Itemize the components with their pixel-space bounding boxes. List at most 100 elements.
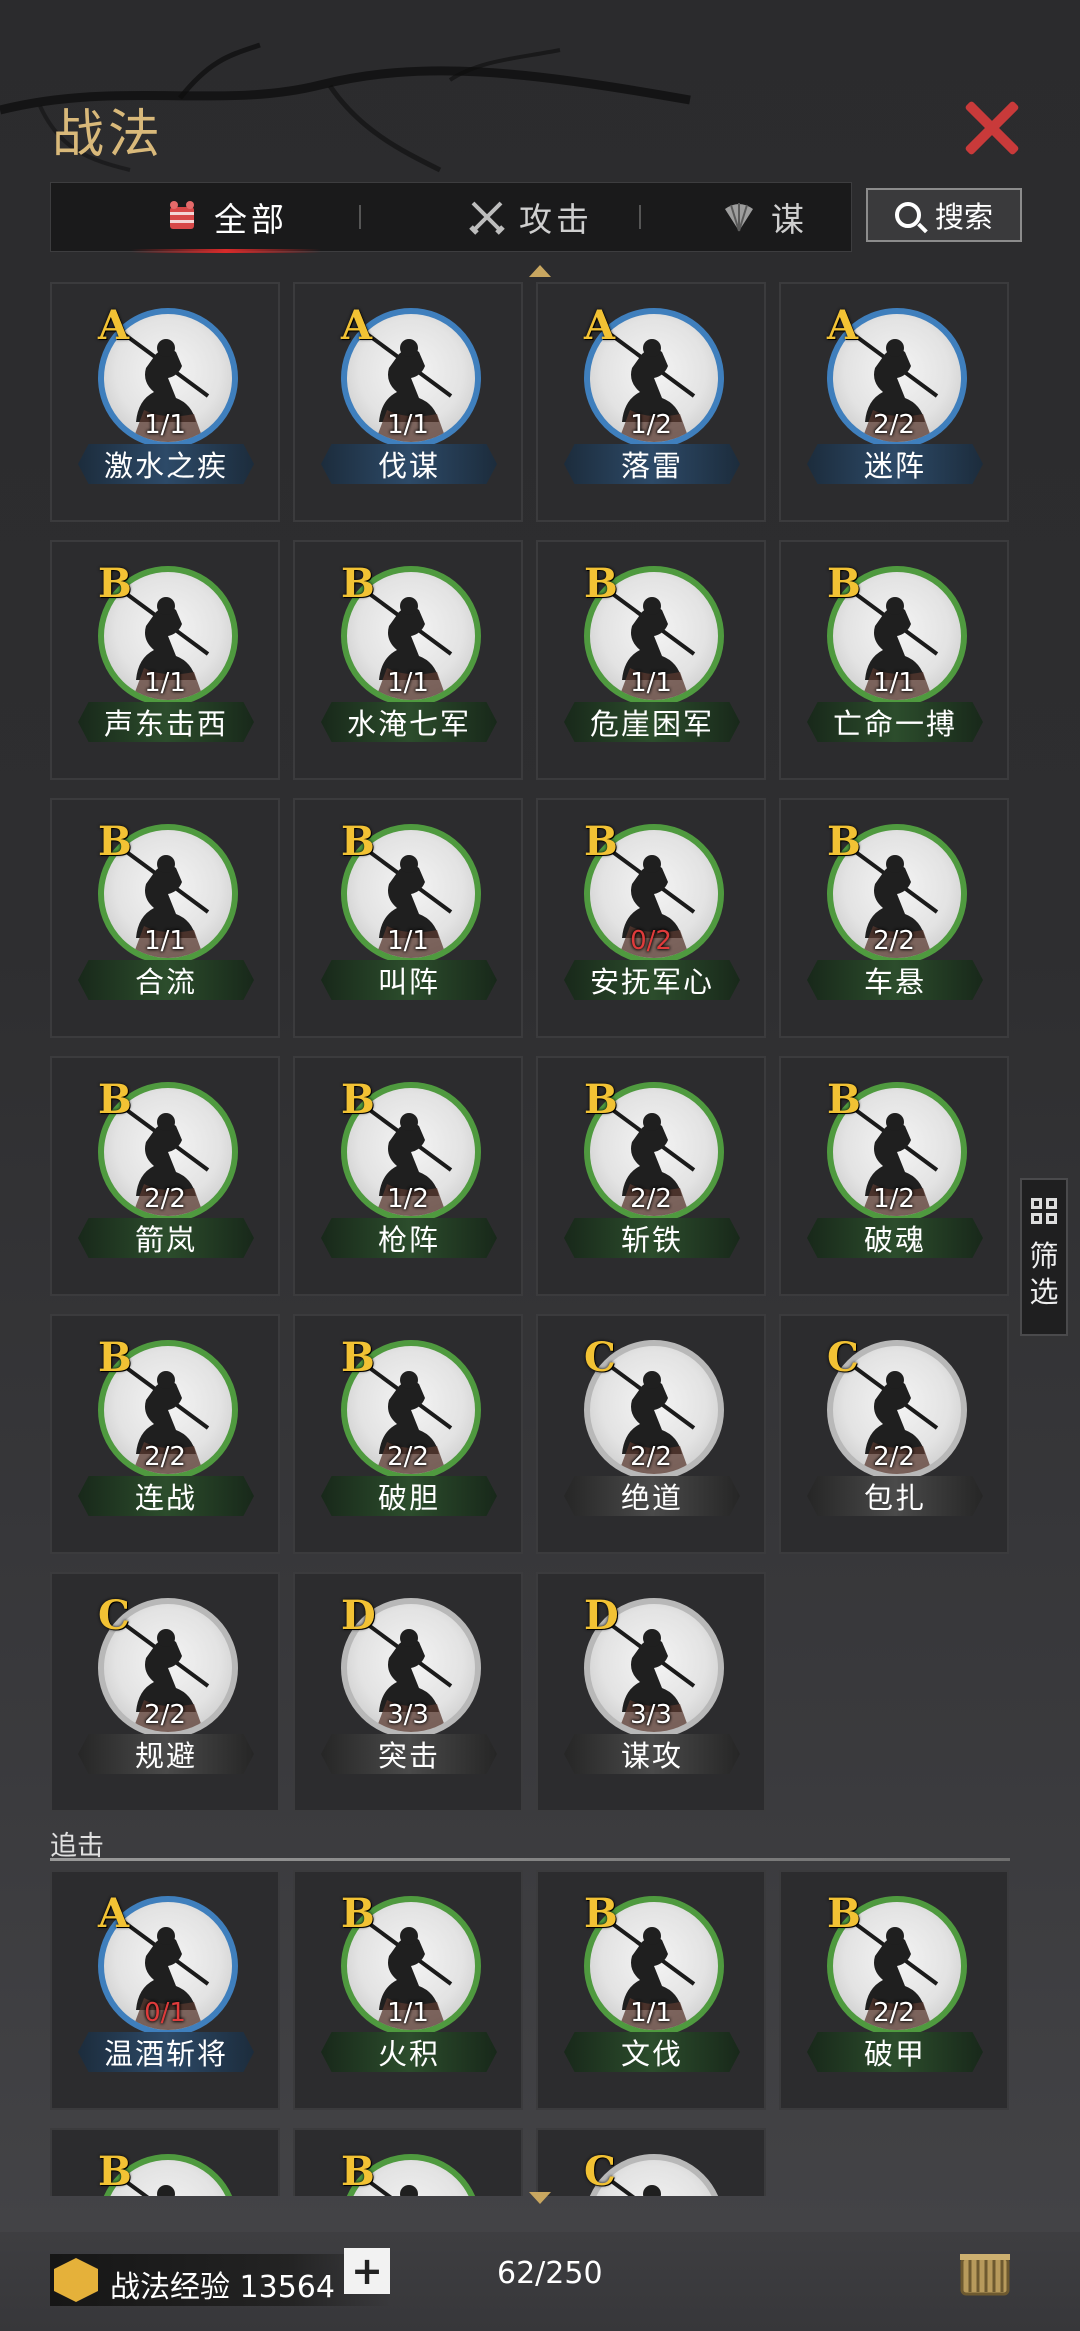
skill-name: 文伐 <box>564 2032 740 2072</box>
skill-card[interactable]: B 1/1 水淹七军 <box>293 540 523 780</box>
skill-count: 2/2 <box>144 1442 186 1472</box>
skill-name: 绝道 <box>564 1476 740 1516</box>
skill-name: 箭岚 <box>78 1218 254 1258</box>
skill-xp-label: 战法经验 <box>110 2270 230 2305</box>
skill-name: 水淹七军 <box>321 702 497 742</box>
skill-card[interactable]: B 2/2 破胆 <box>293 1314 523 1554</box>
search-label: 搜索 <box>934 200 993 234</box>
skill-card[interactable]: D 3/3 突击 <box>293 1572 523 1812</box>
skill-xp-value: 13564 <box>239 2270 335 2305</box>
skill-grade: B <box>827 1076 861 1123</box>
skill-card[interactable]: B 1/1 声东击西 <box>50 540 280 780</box>
skill-name: 枪阵 <box>321 1218 497 1258</box>
skill-count: 1/1 <box>387 1998 429 2028</box>
filter-button[interactable]: 筛选 <box>1020 1178 1068 1336</box>
fan-icon <box>725 203 753 232</box>
tab-all[interactable]: 全部 <box>121 183 331 253</box>
skill-name: 叫阵 <box>321 960 497 1000</box>
scroll-storage-icon[interactable] <box>958 2250 1012 2300</box>
tab-strategy-label: 谋 <box>771 200 808 239</box>
skill-card[interactable]: C <box>536 2128 766 2196</box>
skill-card[interactable]: A 1/1 激水之疾 <box>50 282 280 522</box>
skill-count: 1/1 <box>387 668 429 698</box>
skill-grade: A <box>827 302 859 349</box>
skill-grade: D <box>584 1592 619 1639</box>
skill-card[interactable]: B 2/2 车悬 <box>779 798 1009 1038</box>
skill-grade: B <box>98 1076 132 1123</box>
skill-card[interactable]: B <box>50 2128 280 2196</box>
skill-card[interactable]: C 2/2 绝道 <box>536 1314 766 1554</box>
search-icon <box>894 202 921 228</box>
skill-name: 包扎 <box>807 1476 983 1516</box>
skill-card[interactable]: B 0/2 安抚军心 <box>536 798 766 1038</box>
skill-xp-icon <box>54 2258 98 2302</box>
skill-card[interactable]: B 1/1 火积 <box>293 1870 523 2110</box>
skill-card[interactable]: A 0/1 温酒斩将 <box>50 1870 280 2110</box>
skill-name: 落雷 <box>564 444 740 484</box>
skill-name: 声东击西 <box>78 702 254 742</box>
skill-card[interactable]: B <box>293 2128 523 2196</box>
skill-card[interactable]: A 1/1 伐谋 <box>293 282 523 522</box>
skill-name: 迷阵 <box>807 444 983 484</box>
skill-count: 2/2 <box>873 926 915 956</box>
skill-card[interactable]: A 1/2 落雷 <box>536 282 766 522</box>
skill-card[interactable]: B 1/1 亡命一搏 <box>779 540 1009 780</box>
skill-name: 连战 <box>78 1476 254 1516</box>
close-icon[interactable] <box>962 98 1022 158</box>
skill-count: 1/1 <box>387 926 429 956</box>
skill-capacity: 62/250 <box>497 2256 603 2291</box>
tab-attack-label: 攻击 <box>519 200 593 239</box>
skill-name: 伐谋 <box>321 444 497 484</box>
skill-card[interactable]: B 2/2 连战 <box>50 1314 280 1554</box>
skill-card[interactable]: B 2/2 箭岚 <box>50 1056 280 1296</box>
skill-count: 2/2 <box>873 410 915 440</box>
skill-name: 谋攻 <box>564 1734 740 1774</box>
search-button[interactable]: 搜索 <box>866 188 1022 242</box>
skill-grade: B <box>98 1334 132 1381</box>
skill-card[interactable]: B 2/2 斩铁 <box>536 1056 766 1296</box>
skill-list[interactable]: A 1/1 激水之疾 A 1/1 伐谋 A 1/2 落雷 A 2/2 迷阵 B 1/1 声东击西 B 1/1 水淹… <box>0 278 1080 2196</box>
skill-card[interactable]: B 1/1 危崖困军 <box>536 540 766 780</box>
skill-name: 危崖困军 <box>564 702 740 742</box>
tab-strategy[interactable]: 谋 <box>721 183 871 251</box>
skill-grade: B <box>341 2148 375 2195</box>
skill-card[interactable]: B 2/2 破甲 <box>779 1870 1009 2110</box>
skill-card[interactable]: C 2/2 规避 <box>50 1572 280 1812</box>
skill-count: 2/2 <box>387 1442 429 1472</box>
filter-label: 筛选 <box>1029 1239 1059 1309</box>
skill-count: 1/1 <box>144 926 186 956</box>
skill-count: 3/3 <box>387 1700 429 1730</box>
tab-attack[interactable]: 攻击 <box>431 183 631 251</box>
add-xp-button[interactable]: + <box>344 2248 390 2294</box>
skill-grade: B <box>341 818 375 865</box>
skill-card[interactable]: B 1/1 叫阵 <box>293 798 523 1038</box>
skill-card[interactable]: B 1/2 枪阵 <box>293 1056 523 1296</box>
skill-count: 2/2 <box>144 1700 186 1730</box>
scroll-bundle-icon <box>170 201 194 229</box>
skill-name: 温酒斩将 <box>78 2032 254 2072</box>
skill-card[interactable]: B 1/1 文伐 <box>536 1870 766 2110</box>
active-tab-indicator <box>131 249 321 253</box>
skill-count: 2/2 <box>873 1998 915 2028</box>
skill-count: 2/2 <box>630 1184 672 1214</box>
skill-count: 1/1 <box>144 410 186 440</box>
skill-card[interactable]: C 2/2 包扎 <box>779 1314 1009 1554</box>
skill-card[interactable]: B 1/1 合流 <box>50 798 280 1038</box>
skill-grade: B <box>827 560 861 607</box>
skill-grade: B <box>341 1076 375 1123</box>
skill-name: 破胆 <box>321 1476 497 1516</box>
skill-name: 亡命一搏 <box>807 702 983 742</box>
skill-card[interactable]: A 2/2 迷阵 <box>779 282 1009 522</box>
skill-count: 2/2 <box>630 1442 672 1472</box>
skill-grade: B <box>98 2148 132 2195</box>
crossed-swords-icon <box>469 201 505 235</box>
skill-count: 1/2 <box>387 1184 429 1214</box>
grid-icon <box>1031 1198 1057 1224</box>
skill-card[interactable]: B 1/2 破魂 <box>779 1056 1009 1296</box>
skill-count: 3/3 <box>630 1700 672 1730</box>
category-tabs: 全部 攻击 谋 <box>50 182 891 253</box>
skill-grade: C <box>827 1334 859 1381</box>
skill-card[interactable]: D 3/3 谋攻 <box>536 1572 766 1812</box>
skill-grade: B <box>341 560 375 607</box>
section-divider <box>50 1858 1010 1861</box>
